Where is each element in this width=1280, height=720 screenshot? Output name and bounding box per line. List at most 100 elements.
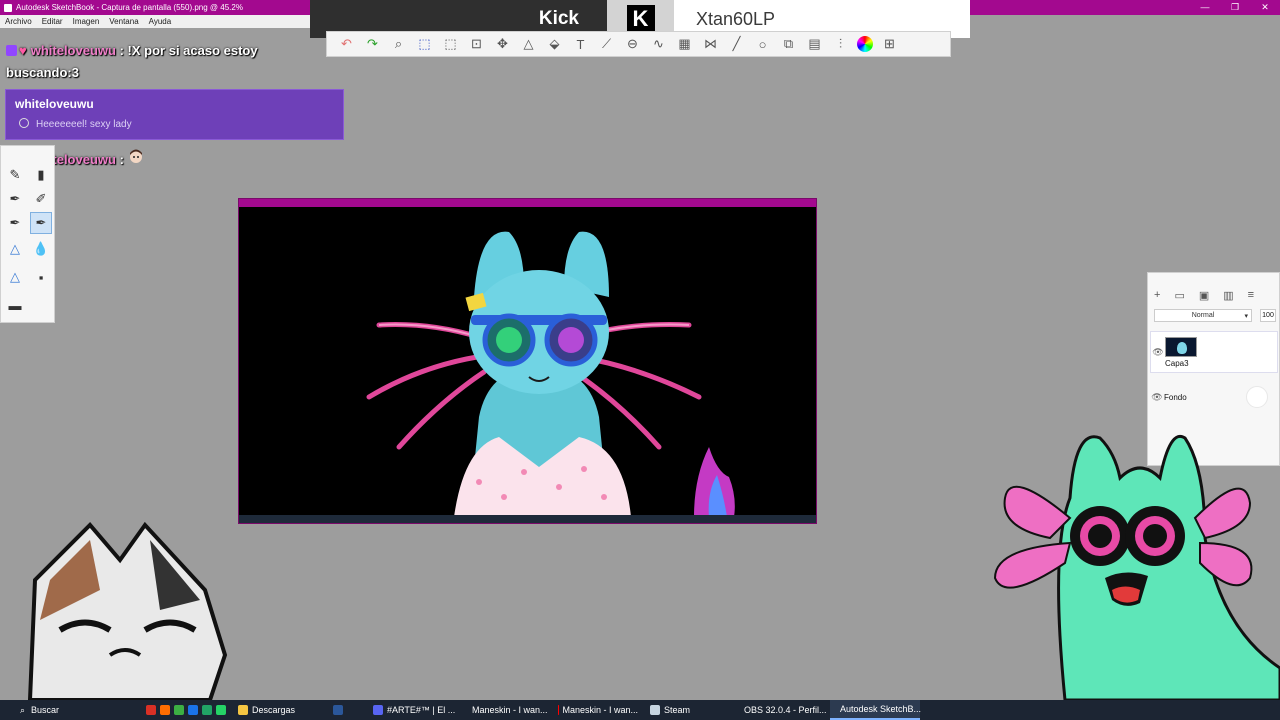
- marker-brush-icon[interactable]: ▮: [30, 164, 52, 186]
- discord-icon: [373, 705, 383, 715]
- app-icon: [174, 705, 184, 715]
- selected-brush-icon[interactable]: ✒: [30, 212, 52, 234]
- fountain-pen-icon[interactable]: ✒: [4, 212, 26, 234]
- smudge-icon[interactable]: △: [4, 266, 26, 288]
- taskbar-item-maneskin-youtube[interactable]: Maneskin - I wan...: [552, 700, 644, 720]
- perspective-icon[interactable]: ▦: [675, 35, 694, 54]
- fill-icon[interactable]: ⬙: [545, 35, 564, 54]
- grid-icon[interactable]: ⊞: [880, 35, 899, 54]
- axolotl-avatar-right: [993, 434, 1280, 700]
- eraser-icon[interactable]: ▪: [30, 266, 52, 288]
- menu-archivo[interactable]: Archivo: [0, 17, 37, 26]
- layer-row-fondo[interactable]: 👁 Fondo: [1150, 383, 1278, 411]
- taskbar-item-maneskin-edge[interactable]: Maneskin - I wan...: [462, 700, 552, 720]
- layer-menu-icon[interactable]: ≡: [1248, 289, 1254, 302]
- add-group-icon[interactable]: ▭: [1174, 289, 1184, 302]
- airbrush-icon[interactable]: △: [4, 238, 26, 260]
- brush-palette: ✎ ▮ ✒ ✐ ✒ ✒ △ 💧 △ ▪ ▬: [0, 145, 55, 323]
- add-layer-icon[interactable]: +: [1154, 289, 1160, 302]
- maximize-button[interactable]: ❐: [1220, 0, 1250, 15]
- undo-icon[interactable]: ↶: [337, 35, 356, 54]
- taskbar-item-descargas[interactable]: Descargas: [232, 700, 327, 720]
- taskbar-item-label: #ARTE#™ | El ...: [387, 705, 456, 715]
- layers-icon[interactable]: ▤: [805, 35, 824, 54]
- brush-library-icon[interactable]: ⫶: [831, 35, 850, 54]
- background-color-swatch[interactable]: [1246, 386, 1268, 408]
- layer-toolbar: + ▭ ▣ ▥ ≡: [1154, 289, 1254, 302]
- close-button[interactable]: ✕: [1250, 0, 1280, 15]
- line-icon[interactable]: ╱: [727, 35, 746, 54]
- eye-icon[interactable]: 👁: [1150, 392, 1164, 403]
- zoom-icon[interactable]: ⌕: [389, 35, 408, 54]
- fine-pen-icon[interactable]: ✐: [30, 188, 52, 210]
- artwork-image: [366, 231, 735, 517]
- taskbar-item-discord[interactable]: #ARTE#™ | El ...: [367, 700, 462, 720]
- layer-name: Capa3: [1165, 358, 1189, 368]
- shape-icon[interactable]: △: [519, 35, 538, 54]
- cat-avatar-left: [27, 521, 228, 700]
- circle-icon[interactable]: ○: [753, 35, 772, 54]
- canvas-window[interactable]: [238, 198, 817, 524]
- menu-editar[interactable]: Editar: [37, 17, 68, 26]
- menu-ventana[interactable]: Ventana: [104, 17, 143, 26]
- chat-text: !X por si acaso estoy: [127, 43, 258, 58]
- taskbar-item-obs[interactable]: OBS 32.0.4 - Perfil...: [734, 700, 830, 720]
- windows-taskbar: ⌕ Buscar Descargas #ARTE#™ | El ... Mane…: [0, 700, 1280, 720]
- whatsapp-icon: [216, 705, 226, 715]
- crop-icon[interactable]: ⊡: [467, 35, 486, 54]
- menu-imagen[interactable]: Imagen: [68, 17, 105, 26]
- layer-name: Fondo: [1164, 392, 1187, 402]
- highlight-username: whiteloveuwu: [15, 97, 94, 111]
- eye-icon[interactable]: 👁: [1151, 347, 1165, 358]
- chat-separator: :: [119, 43, 124, 58]
- transform-icon[interactable]: ✥: [493, 35, 512, 54]
- water-drop-icon[interactable]: 💧: [30, 238, 52, 260]
- menu-bar: Archivo Editar Imagen Ventana Ayuda: [0, 15, 310, 28]
- pencil-brush-icon[interactable]: ✎: [4, 164, 26, 186]
- hard-eraser-icon[interactable]: ▬: [4, 294, 26, 316]
- layer-thumbnail: [1165, 336, 1197, 357]
- minimize-button[interactable]: —: [1190, 0, 1220, 15]
- app-icon: [160, 705, 170, 715]
- taskbar-pinned-icons[interactable]: [327, 700, 367, 720]
- opacity-field[interactable]: 100: [1260, 309, 1276, 322]
- canvas-window-titlebar: [239, 199, 816, 207]
- blend-mode-select[interactable]: Normal: [1154, 309, 1252, 322]
- color-wheel-icon[interactable]: [857, 36, 873, 52]
- steam-icon: [650, 705, 660, 715]
- ruler-icon[interactable]: ⟋: [597, 35, 616, 54]
- excel-icon: [202, 705, 212, 715]
- taskbar-item-sketchbook[interactable]: Autodesk SketchB...: [830, 700, 922, 720]
- chat-message-continued: buscando:3: [6, 65, 79, 80]
- select-icon[interactable]: ⬚: [415, 35, 434, 54]
- taskbar-pinned-icons[interactable]: [140, 700, 232, 720]
- redo-icon[interactable]: ↷: [363, 35, 382, 54]
- symmetry-icon[interactable]: ⋈: [701, 35, 720, 54]
- ink-pen-icon[interactable]: ✒: [4, 188, 26, 210]
- taskbar-item-steam[interactable]: Steam: [644, 700, 734, 720]
- chat-highlight-card: whiteloveuwu Heeeeeeel! sexy lady: [5, 89, 344, 140]
- lasso-icon[interactable]: ⬚: [441, 35, 460, 54]
- chat-separator: :: [119, 152, 124, 167]
- window-title: Autodesk SketchBook - Captura de pantall…: [16, 3, 243, 12]
- chat-message: ♥ whiteloveuwu : !X por si acaso estoy: [6, 43, 258, 58]
- sketchbook-app-icon: [4, 3, 12, 12]
- taskbar-search[interactable]: ⌕ Buscar: [0, 705, 140, 716]
- ellipse-guide-icon[interactable]: ⊖: [623, 35, 642, 54]
- curve-icon[interactable]: ∿: [649, 35, 668, 54]
- taskbar-item-label: Descargas: [252, 705, 296, 715]
- add-image-icon[interactable]: ▣: [1199, 289, 1209, 302]
- taskbar-item-label: Maneskin - I wan...: [472, 705, 548, 715]
- menu-ayuda[interactable]: Ayuda: [144, 17, 177, 26]
- delete-layer-icon[interactable]: ▥: [1223, 289, 1233, 302]
- highlight-text: Heeeeeeel! sexy lady: [36, 119, 132, 130]
- text-icon[interactable]: T: [571, 35, 590, 54]
- word-icon: [333, 705, 343, 715]
- taskbar-item-label: Autodesk SketchB...: [840, 704, 922, 714]
- layer-row-capa3[interactable]: 👁 Capa3: [1150, 331, 1278, 373]
- kick-logo-icon: K: [626, 5, 655, 33]
- top-toolbar: ↶ ↷ ⌕ ⬚ ⬚ ⊡ ✥ △ ⬙ T ⟋ ⊖ ∿ ▦ ⋈ ╱ ○ ⧉ ▤ ⫶ …: [326, 31, 951, 57]
- canvas-inner-taskbar: [239, 515, 816, 523]
- copy-icon[interactable]: ⧉: [779, 35, 798, 54]
- layer-info: Capa3: [1165, 336, 1197, 368]
